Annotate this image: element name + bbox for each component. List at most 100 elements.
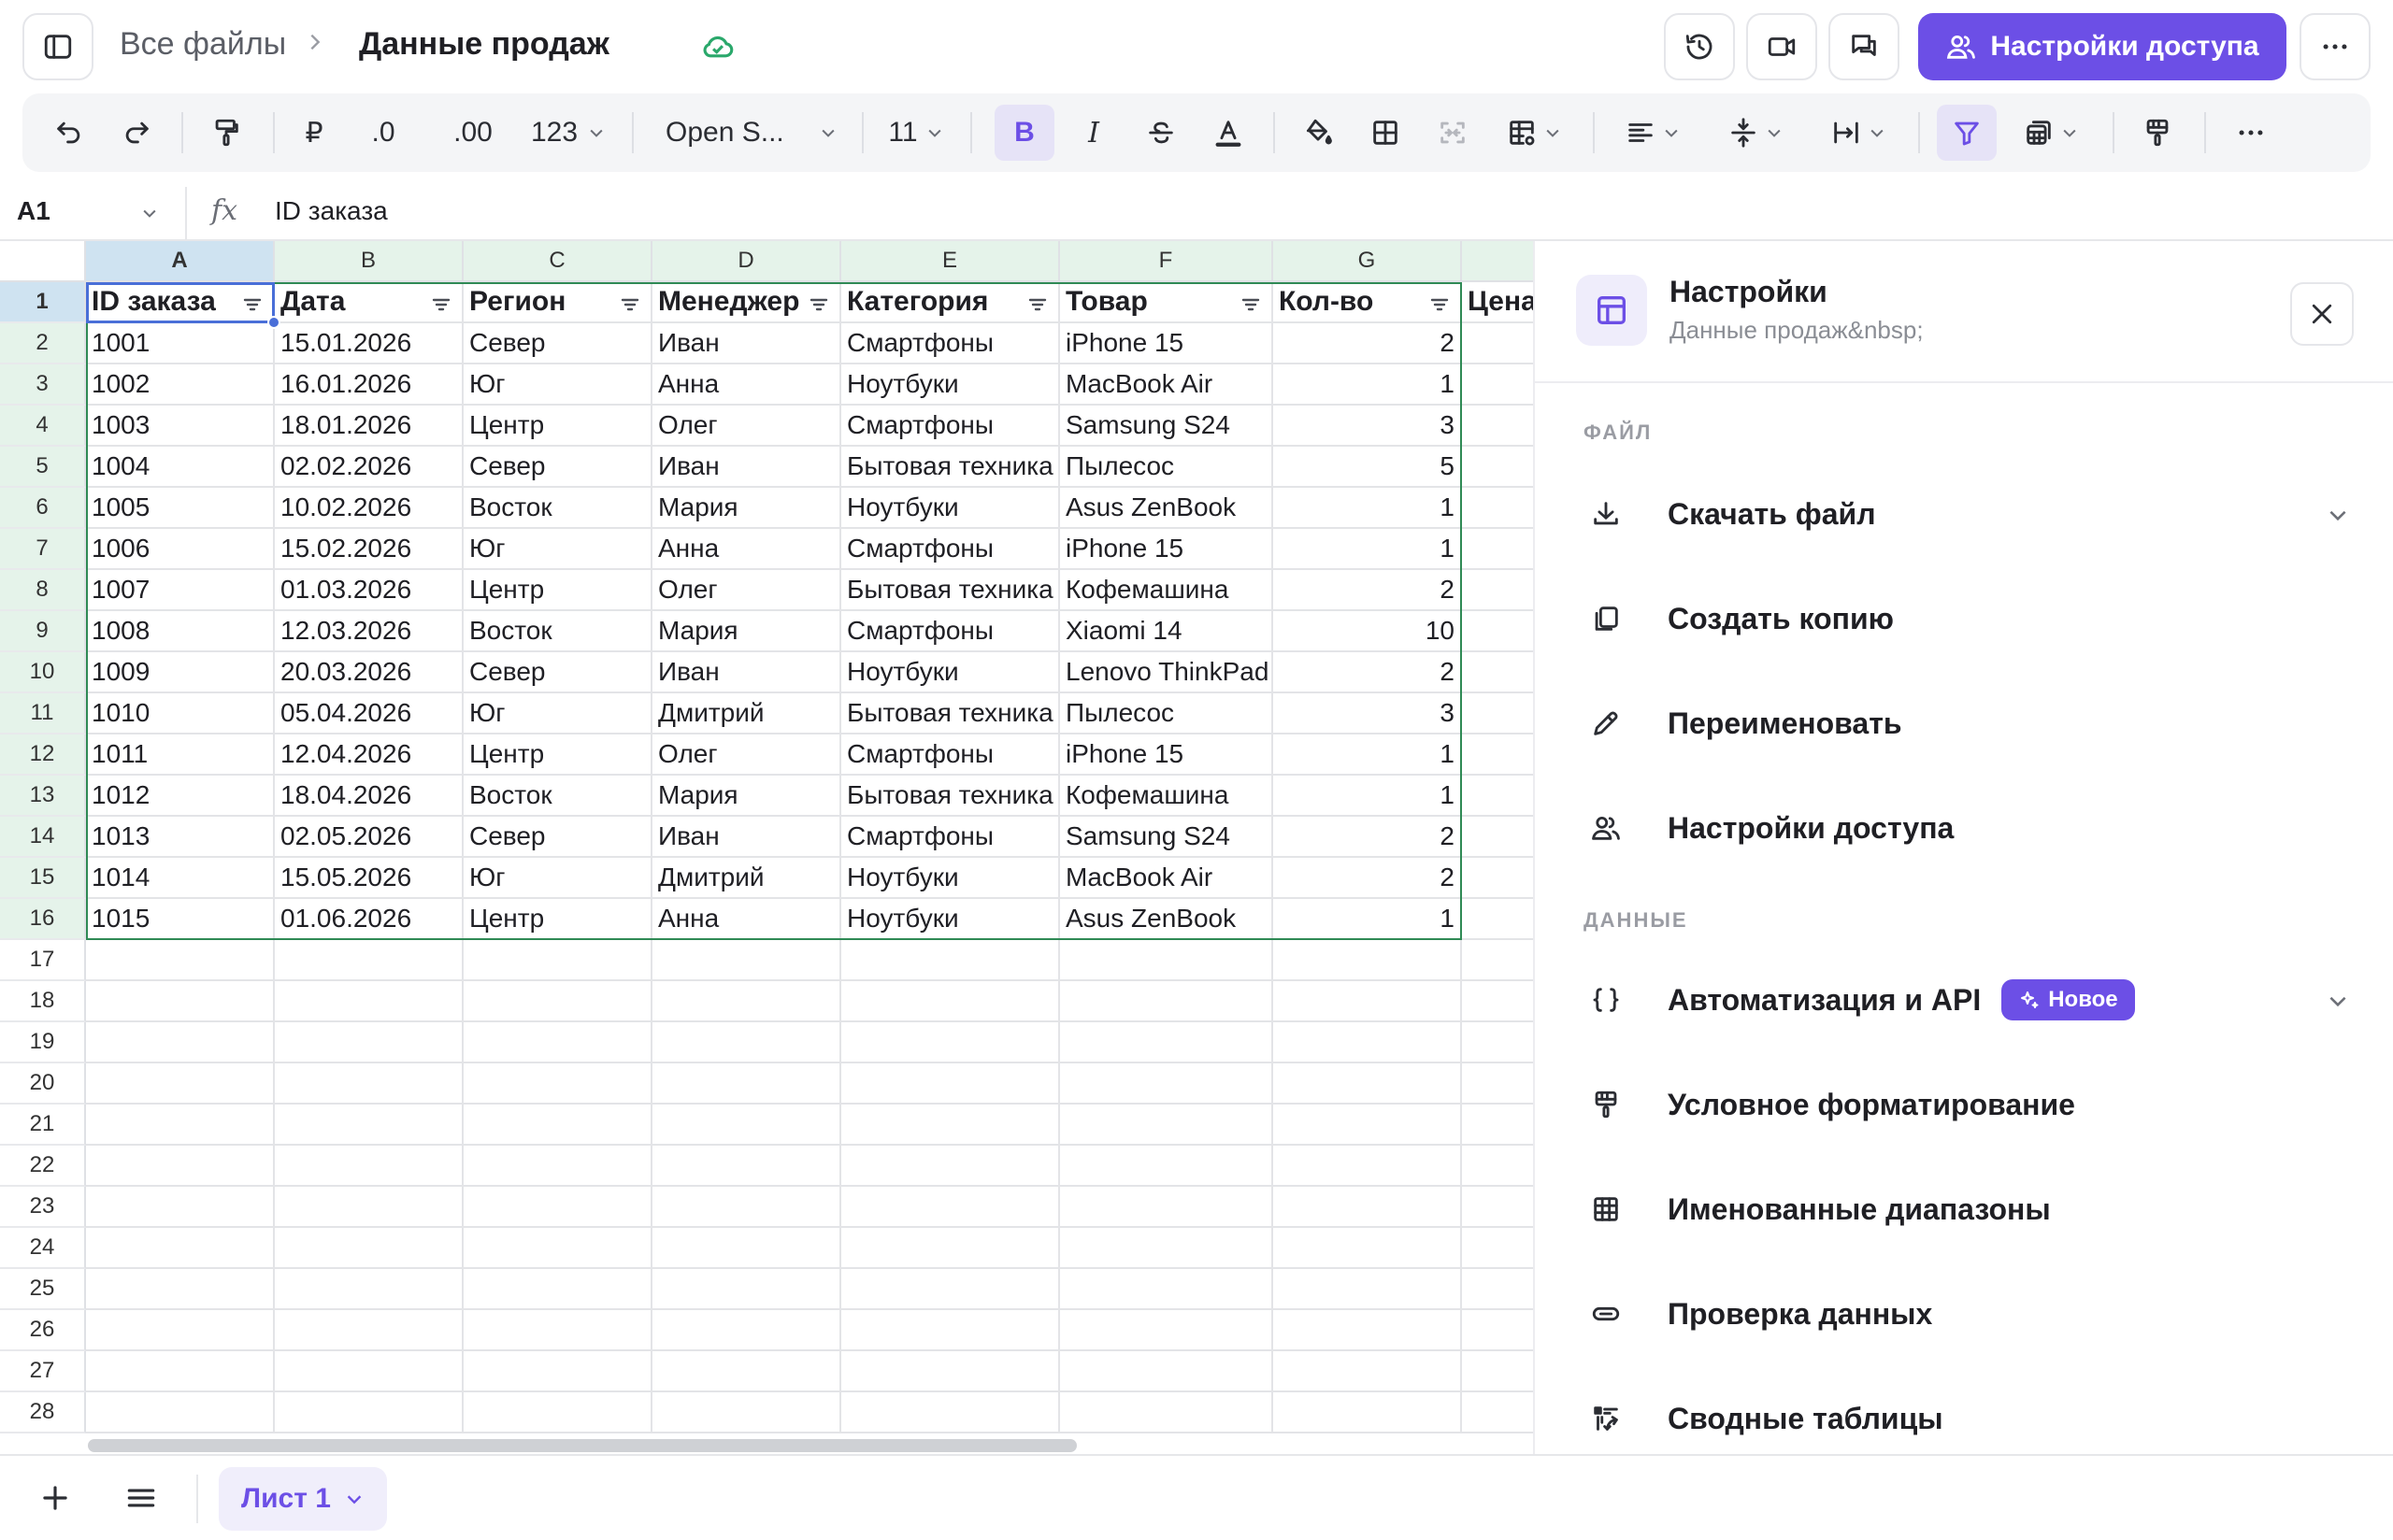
cell[interactable] [841, 1187, 1060, 1228]
cell[interactable] [464, 1310, 652, 1351]
font-family-dropdown[interactable]: Open S... [658, 105, 845, 161]
strikethrough-button[interactable] [1133, 105, 1189, 161]
cell[interactable]: Юг [464, 858, 652, 899]
cell[interactable] [86, 1105, 275, 1146]
cell-reference[interactable]: A1 [17, 196, 50, 226]
cell[interactable]: Восток [464, 488, 652, 529]
cell[interactable]: Смартфоны [841, 323, 1060, 364]
cell[interactable]: Мария [652, 488, 841, 529]
cell[interactable] [275, 1022, 464, 1063]
column-header[interactable]: G [1273, 241, 1462, 282]
row-header[interactable]: 28 [0, 1392, 86, 1433]
chevron-down-icon[interactable] [140, 204, 159, 222]
cell[interactable]: Центр [464, 570, 652, 611]
cell[interactable] [86, 1187, 275, 1228]
cell[interactable]: Олег [652, 406, 841, 447]
cell[interactable]: Олег [652, 570, 841, 611]
add-sheet-button[interactable] [37, 1480, 73, 1516]
cell[interactable]: 1 [1273, 899, 1462, 940]
more-menu-button[interactable] [2300, 13, 2371, 80]
row-header[interactable]: 1 [0, 282, 86, 323]
currency-format-button[interactable]: ₽ [288, 105, 340, 161]
cell[interactable]: Иван [652, 817, 841, 858]
cell[interactable] [86, 1392, 275, 1433]
cell[interactable]: 1006 [86, 529, 275, 570]
cell[interactable]: 2 [1273, 652, 1462, 693]
cell[interactable]: 3 [1273, 406, 1462, 447]
cell[interactable]: Смартфоны [841, 817, 1060, 858]
access-settings-item[interactable]: Настройки доступа [1583, 791, 2350, 865]
cell[interactable] [841, 1063, 1060, 1105]
table-style-dropdown[interactable] [1492, 105, 1576, 161]
decrease-decimals-button[interactable]: .0 [357, 105, 409, 161]
automation-api-item[interactable]: Автоматизация и API Новое [1583, 962, 2350, 1037]
column-filter-icon[interactable] [808, 293, 830, 316]
cell[interactable] [1462, 1228, 1533, 1269]
number-format-dropdown[interactable]: 123 [523, 105, 613, 161]
cell[interactable]: Север [464, 652, 652, 693]
cell[interactable] [1060, 1105, 1273, 1146]
cell[interactable] [652, 1063, 841, 1105]
row-header[interactable]: 24 [0, 1228, 86, 1269]
select-all-corner[interactable] [0, 241, 86, 282]
cell[interactable]: 01.03.2026 [275, 570, 464, 611]
cell[interactable]: Ноутбуки [841, 858, 1060, 899]
cell[interactable]: 1 [1273, 488, 1462, 529]
cell[interactable] [1462, 529, 1533, 570]
chevron-down-icon[interactable] [2326, 989, 2350, 1013]
cell[interactable]: Ноутбуки [841, 364, 1060, 406]
cell[interactable] [464, 1228, 652, 1269]
row-header[interactable]: 14 [0, 817, 86, 858]
cell[interactable]: Север [464, 323, 652, 364]
cell[interactable]: Мария [652, 611, 841, 652]
cell[interactable]: 15.01.2026 [275, 323, 464, 364]
cell[interactable] [652, 940, 841, 981]
cell[interactable]: Центр [464, 734, 652, 776]
cell[interactable]: 1 [1273, 776, 1462, 817]
cell[interactable]: Пылесос [1060, 447, 1273, 488]
cell[interactable]: 02.02.2026 [275, 447, 464, 488]
cell[interactable] [841, 1105, 1060, 1146]
row-header[interactable]: 20 [0, 1063, 86, 1105]
cell[interactable] [652, 1351, 841, 1392]
cell[interactable] [652, 1228, 841, 1269]
cell[interactable] [1060, 1146, 1273, 1187]
cell[interactable]: 3 [1273, 693, 1462, 734]
row-header[interactable]: 22 [0, 1146, 86, 1187]
cell[interactable]: 1004 [86, 447, 275, 488]
cell[interactable]: 2 [1273, 323, 1462, 364]
cell[interactable] [841, 1269, 1060, 1310]
cell[interactable] [1462, 734, 1533, 776]
cell[interactable] [1060, 940, 1273, 981]
cell[interactable]: Иван [652, 652, 841, 693]
cell[interactable] [1273, 981, 1462, 1022]
cell[interactable] [464, 1022, 652, 1063]
cell[interactable]: 1 [1273, 734, 1462, 776]
cell[interactable] [1462, 1351, 1533, 1392]
cell[interactable] [275, 1351, 464, 1392]
horizontal-align-dropdown[interactable] [1610, 105, 1696, 161]
cell[interactable] [1462, 488, 1533, 529]
cell[interactable]: Бытовая техника [841, 570, 1060, 611]
cell[interactable] [86, 1228, 275, 1269]
cell[interactable] [1462, 899, 1533, 940]
column-header[interactable]: C [464, 241, 652, 282]
column-header[interactable] [1462, 241, 1533, 282]
cell[interactable] [841, 940, 1060, 981]
cell[interactable] [1273, 1310, 1462, 1351]
cell[interactable]: Ноутбуки [841, 899, 1060, 940]
row-header[interactable]: 25 [0, 1269, 86, 1310]
cell[interactable]: 1001 [86, 323, 275, 364]
column-filter-icon[interactable] [430, 293, 452, 316]
cell[interactable]: 1015 [86, 899, 275, 940]
cell[interactable]: 01.06.2026 [275, 899, 464, 940]
cell[interactable] [275, 940, 464, 981]
cell[interactable] [1462, 981, 1533, 1022]
document-title[interactable]: Данные продаж [359, 26, 609, 63]
cell[interactable]: 02.05.2026 [275, 817, 464, 858]
sidebar-toggle-button[interactable] [22, 13, 93, 80]
cell[interactable] [1060, 1392, 1273, 1433]
cell[interactable] [652, 1146, 841, 1187]
cell[interactable]: 1013 [86, 817, 275, 858]
sheet-tab-1[interactable]: Лист 1 [219, 1467, 387, 1531]
